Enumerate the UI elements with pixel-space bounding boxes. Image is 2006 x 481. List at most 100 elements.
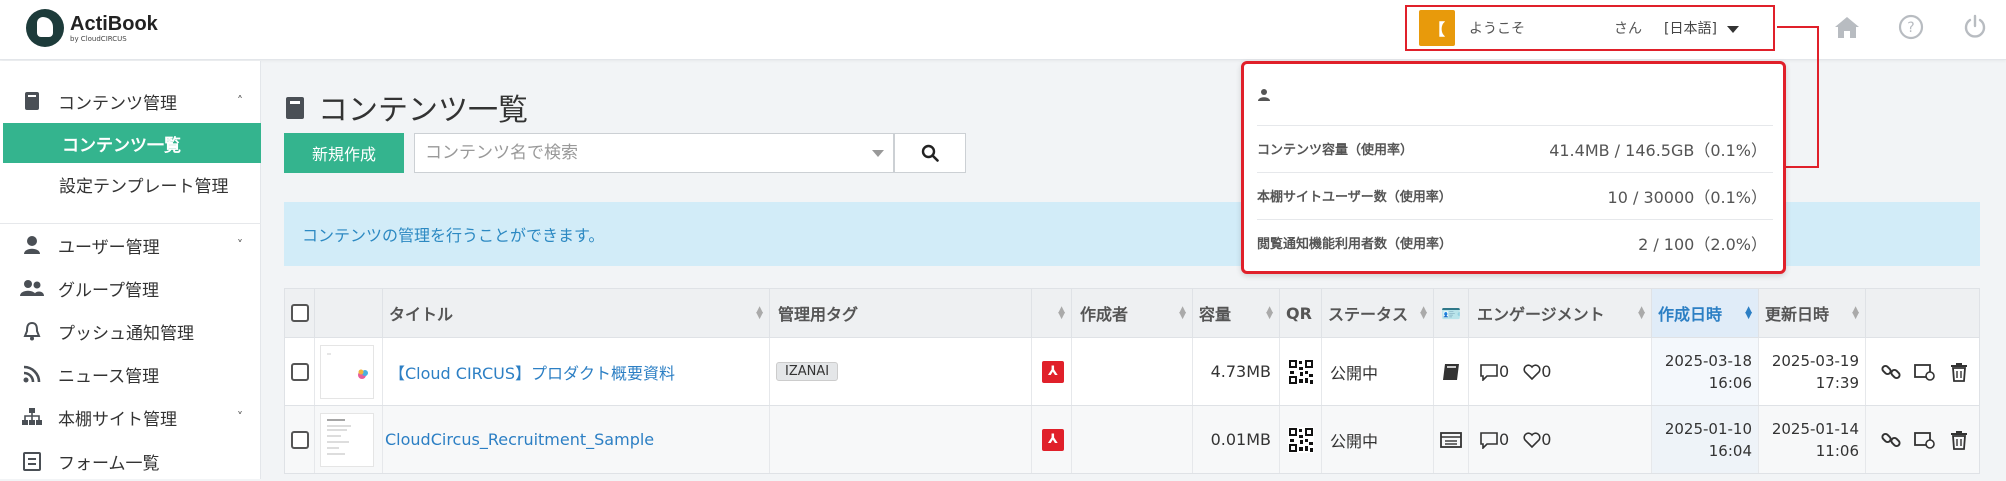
qr-code-icon[interactable] [1288, 358, 1314, 385]
tag-cell: IZANAI [770, 338, 1032, 405]
heart-icon [1523, 363, 1541, 380]
sort-icon: ▲ ▼ [1852, 305, 1859, 321]
th-tag[interactable]: 管理用タグ [770, 289, 1032, 337]
pdf-cell: ⅄ [1032, 338, 1072, 405]
th-size[interactable]: 容量 ▲ ▼ [1193, 289, 1280, 337]
row-checkbox[interactable] [291, 430, 309, 449]
sidebar-item-label: フォーム一覧 [58, 453, 160, 474]
sidebar-item-bookshelf[interactable]: 本棚サイト管理 ˅ [0, 397, 261, 437]
status-text: 公開中 [1330, 363, 1379, 383]
th-actions [1866, 289, 1979, 337]
chevron-down-icon [872, 149, 884, 157]
home-icon[interactable] [1815, 12, 1879, 42]
web-type-icon [1440, 431, 1462, 448]
book-type-icon [1443, 363, 1459, 380]
usage-row-users: 本棚サイトユーザー数（使用率） 10 / 30000（0.1%） [1257, 172, 1773, 218]
table-header: タイトル ▲ ▼ 管理用タグ ▲ ▼ 作成者 ▲ ▼ 容量 ▲ ▼ QR ステータス ▲ ▼ 🪪 … [284, 288, 1980, 338]
th-updated[interactable]: 更新日時 ▲ ▼ [1759, 289, 1866, 337]
th-qr: QR [1280, 289, 1322, 337]
usage-row-storage: コンテンツ容量（使用率） 41.4MB / 146.5GB（0.1%） [1257, 125, 1773, 171]
user-icon [1258, 89, 1270, 101]
row-select-cell [285, 338, 315, 405]
created-date: 2025-03-18 [1664, 351, 1752, 370]
status-text: 公開中 [1330, 431, 1379, 451]
th-author[interactable]: 作成者 ▲ ▼ [1072, 289, 1193, 337]
created-time: 16:06 [1708, 373, 1752, 392]
sidebar-item-push[interactable]: プッシュ通知管理 [0, 311, 261, 351]
pdf-icon[interactable]: ⅄ [1042, 428, 1064, 451]
th-status[interactable]: ステータス ▲ ▼ [1322, 289, 1434, 337]
like-count: 0 [1541, 430, 1552, 449]
comment-icon [1480, 431, 1498, 449]
search-button[interactable] [894, 133, 966, 173]
sidebar-item-groups[interactable]: グループ管理 [0, 268, 261, 308]
created-date: 2025-01-10 [1664, 419, 1752, 438]
sidebar-item-label: ニュース管理 [58, 366, 160, 387]
title-cell: 【Cloud CIRCUS】プロダクト概要資料 [383, 338, 770, 405]
row-checkbox[interactable] [291, 362, 309, 381]
th-pdf[interactable]: ▲ ▼ [1032, 289, 1072, 337]
thumbnail-cell [315, 406, 383, 473]
search-input[interactable] [415, 134, 863, 172]
table-row: CloudCircus_Recruitment_Sample ⅄ 0.01MB … [284, 406, 1980, 474]
sidebar-item-forms[interactable]: フォーム一覧 [0, 441, 261, 481]
settings-icon[interactable] [1908, 362, 1942, 382]
content-size: 0.01MB [1210, 430, 1271, 449]
content-thumbnail[interactable] [320, 412, 374, 467]
svg-text:?: ? [1907, 20, 1914, 36]
settings-icon[interactable] [1908, 430, 1942, 450]
th-engagement[interactable]: エンゲージメント ▲ ▼ [1469, 289, 1652, 337]
size-cell: 4.73MB [1193, 338, 1280, 405]
usage-value: 2 / 100（2.0%） [1638, 234, 1767, 254]
search-dropdown-toggle[interactable] [863, 134, 893, 172]
chevron-down-icon [1726, 25, 1739, 33]
sidebar-subitem-template[interactable]: 設定テンプレート管理 [0, 164, 261, 204]
power-icon[interactable] [1943, 12, 2006, 42]
search-icon [921, 144, 939, 162]
content-size: 4.73MB [1210, 362, 1271, 381]
new-content-button[interactable]: 新規作成 [284, 133, 404, 173]
sidebar-item-users[interactable]: ユーザー管理 ˅ [0, 225, 261, 265]
engagement-cell: 00 [1469, 338, 1652, 405]
user-menu[interactable]: 【 ようこそ さん [日本語] [1405, 5, 1775, 51]
sort-icon: ▲ ▼ [1638, 305, 1645, 321]
th-title[interactable]: タイトル ▲ ▼ [383, 289, 770, 337]
content-title-link[interactable]: CloudCircus_Recruitment_Sample [385, 430, 654, 449]
select-all-cell [285, 289, 315, 337]
sidebar-item-label: ユーザー管理 [58, 237, 160, 258]
qr-cell [1280, 406, 1322, 473]
updated-cell: 2025-03-19 17:39 [1759, 338, 1866, 405]
help-icon[interactable]: ? [1879, 12, 1943, 42]
comment-count: 0 [1499, 430, 1510, 449]
sidebar-subitem-content-list[interactable]: コンテンツ一覧 [3, 123, 261, 163]
select-all-checkbox[interactable] [291, 304, 309, 322]
th-created[interactable]: 作成日時 ▲ ▼ [1652, 289, 1759, 337]
trash-icon[interactable] [1942, 430, 1976, 450]
sort-icon: ▲ ▼ [1420, 305, 1427, 321]
sidebar: コンテンツ管理 ˄ コンテンツ一覧 設定テンプレート管理 ユーザー管理 ˅ グル… [0, 61, 261, 479]
content-title-link[interactable]: 【Cloud CIRCUS】プロダクト概要資料 [389, 360, 675, 384]
sitemap-icon [20, 408, 44, 426]
page-title: コンテンツ一覧 [284, 85, 528, 129]
top-bar: ActiBook by CloudCIRCUS 【 ようこそ さん [日本語] … [0, 0, 2006, 60]
author-cell [1072, 406, 1193, 473]
trash-icon[interactable] [1942, 362, 1976, 382]
link-icon[interactable] [1874, 362, 1908, 382]
user-badge-icon: 【 [1419, 10, 1455, 46]
qr-code-icon[interactable] [1288, 426, 1314, 453]
book-icon [284, 94, 306, 120]
content-thumbnail[interactable] [320, 344, 374, 399]
sidebar-item-content[interactable]: コンテンツ管理 ˄ [0, 81, 261, 121]
logo-mark-icon [26, 9, 64, 47]
sidebar-item-news[interactable]: ニュース管理 [0, 354, 261, 394]
actibook-logo[interactable]: ActiBook by CloudCIRCUS [26, 8, 158, 48]
sidebar-item-label: 本棚サイト管理 [58, 409, 177, 430]
pdf-icon[interactable]: ⅄ [1042, 360, 1064, 383]
th-thumbnail [315, 289, 383, 337]
sidebar-item-label: グループ管理 [58, 280, 159, 301]
language-selector[interactable]: [日本語] [1664, 18, 1739, 38]
updated-time: 11:06 [1815, 441, 1859, 460]
link-icon[interactable] [1874, 430, 1908, 450]
column-label: ステータス [1328, 305, 1409, 324]
usage-row-notify: 閲覧通知機能利用者数（使用率） 2 / 100（2.0%） [1257, 219, 1773, 265]
